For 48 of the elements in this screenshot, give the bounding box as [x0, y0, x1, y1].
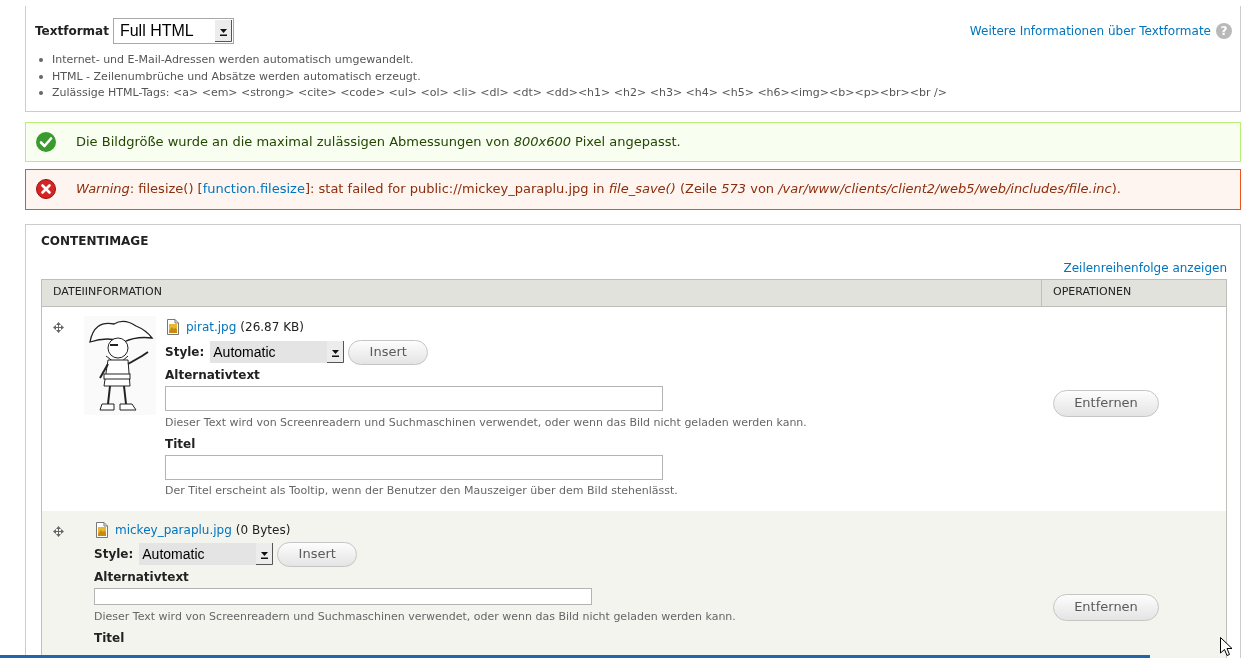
- style-label: Style:: [94, 546, 134, 563]
- tip-text: Internet- und E-Mail-Adressen werden automatisch umgewandelt.: [52, 52, 414, 68]
- check-circle-icon: [36, 131, 56, 152]
- file-size: (0 Bytes): [235, 521, 291, 539]
- dropdown-arrow-icon: [256, 543, 274, 565]
- drag-handle-icon[interactable]: [53, 321, 64, 333]
- field-label: Titel: [165, 435, 197, 452]
- text-input[interactable]: [165, 454, 663, 480]
- format-label: Textformat: [35, 23, 109, 40]
- field-label: Titel: [94, 630, 126, 646]
- file-size: (26.87 KB): [240, 318, 304, 336]
- help-link[interactable]: Weitere Informationen über Textformate: [969, 22, 1211, 40]
- file-link[interactable]: pirat.jpg: [186, 317, 237, 336]
- text-input[interactable]: [94, 587, 592, 605]
- remove-button[interactable]: Entfernen: [1053, 389, 1159, 417]
- image-file-icon: [167, 318, 179, 335]
- style-select[interactable]: Automatic: [139, 543, 274, 565]
- dropdown-arrow-icon: [214, 20, 232, 42]
- field-description: Dieser Text wird von Screenreadern und Suchmaschinen verwendet, oder wenn das Bild nicht geladen werden kann.: [94, 609, 736, 625]
- format-select[interactable]: Full HTML: [112, 18, 234, 44]
- insert-button[interactable]: Insert: [348, 339, 429, 365]
- bullet-icon: [39, 58, 43, 63]
- bullet-icon: [39, 74, 43, 79]
- image-file-icon: [96, 521, 108, 538]
- field-label: Alternativtext: [94, 568, 190, 585]
- style-select[interactable]: Automatic: [210, 341, 345, 363]
- error-x-icon: [36, 179, 56, 199]
- status-message-text: Die Bildgröße wurde an die maximal zulässigen Abmessungen von 800x600 Pixel angepasst.: [76, 132, 681, 151]
- dropdown-arrow-icon: [327, 341, 345, 363]
- column-header: DATEIINFORMATION: [42, 279, 1042, 307]
- insert-button[interactable]: Insert: [277, 541, 358, 567]
- tip-text: HTML - Zeilenumbrüche und Absätze werden automatisch erzeugt.: [52, 68, 421, 85]
- column-header: OPERATIONEN: [1042, 279, 1226, 307]
- mouse-pointer-icon: [1220, 637, 1232, 656]
- tip-text: Zulässige HTML-Tags: <a> <em> <strong> <cite> <code> <ul> <ol> <li> <dl> <dt> <dd><h1> <h2> <h3> <h4> <h5> <h6><img><b><p><br><br />: [52, 85, 947, 101]
- text-input[interactable]: [165, 385, 663, 411]
- field-description: Der Titel erscheint als Tooltip, wenn der Benutzer den Mauszeiger über dem Bild stehenlässt.: [165, 482, 679, 499]
- function-link[interactable]: function.filesize: [202, 181, 305, 197]
- fieldset-legend: CONTENTIMAGE: [41, 232, 1227, 249]
- bullet-icon: [39, 91, 43, 96]
- row-order-link[interactable]: Zeilenreihenfolge anzeigen: [1063, 259, 1227, 276]
- field-description: Dieser Text wird von Screenreadern und Suchmaschinen verwendet, oder wenn das Bild nicht geladen werden kann.: [165, 414, 807, 431]
- file-link[interactable]: mickey_paraplu.jpg: [115, 520, 232, 539]
- field-label: Alternativtext: [165, 366, 261, 383]
- drag-handle-icon[interactable]: [53, 525, 64, 537]
- error-message-text: Warning: filesize() [function.filesize]: stat failed for public://mickey_paraplu.jpg in file_save() (Zeile 573 von /var/www/clients/client2/web5/web/includes/file.inc).: [76, 180, 1121, 199]
- remove-button[interactable]: Entfernen: [1053, 593, 1159, 621]
- style-label: Style:: [165, 344, 205, 361]
